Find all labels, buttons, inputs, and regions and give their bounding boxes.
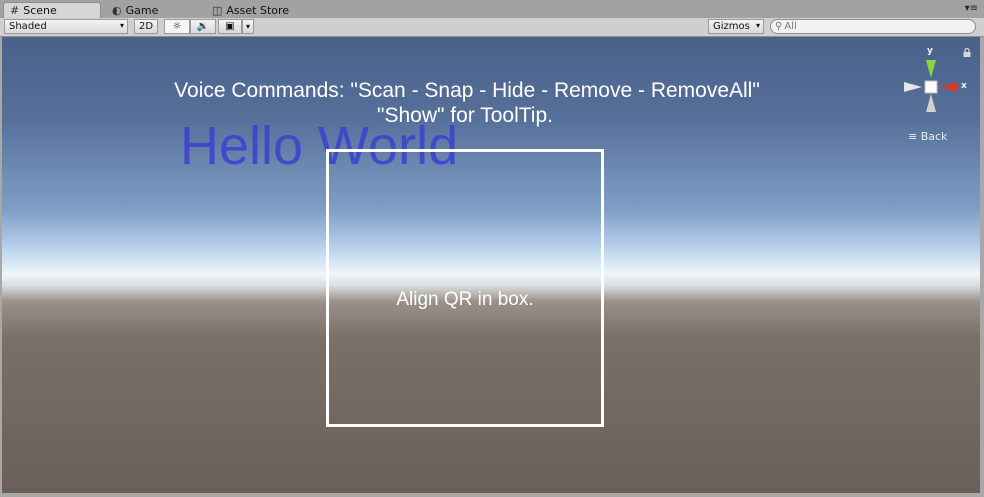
store-icon: ◫ <box>212 3 223 17</box>
scene-effects-toggle[interactable]: ▣ <box>218 19 242 34</box>
tab-asset-store[interactable]: ◫ Asset Store <box>206 2 306 18</box>
shading-mode-label: Shaded <box>9 21 47 32</box>
qr-alignment-box <box>326 149 604 427</box>
effects-dropdown[interactable]: ▾ <box>242 19 254 34</box>
tab-game-label: Game <box>125 3 159 17</box>
image-icon: ▣ <box>225 21 235 32</box>
2d-toggle-button[interactable]: 2D <box>134 19 158 34</box>
scene-viewport[interactable]: Hello World Voice Commands: "Scan - Snap… <box>2 37 980 493</box>
perspective-toggle[interactable]: ≡ Back <box>908 130 947 143</box>
gizmos-dropdown[interactable]: Gizmos ▾ <box>708 19 764 34</box>
shading-mode-dropdown[interactable]: Shaded ▾ <box>4 19 128 34</box>
center-cube[interactable] <box>924 80 938 94</box>
2d-toggle-label: 2D <box>138 21 154 32</box>
chevron-down-icon: ▾ <box>119 21 124 30</box>
y-axis-cone[interactable] <box>926 60 936 78</box>
tab-asset-store-label: Asset Store <box>226 3 290 17</box>
chevron-down-icon: ▾ <box>755 21 760 30</box>
lock-icon[interactable] <box>963 48 971 57</box>
neg-x-axis-cone[interactable] <box>904 82 922 92</box>
grid-icon: # <box>10 4 20 17</box>
tab-scene[interactable]: # Scene <box>3 2 101 18</box>
tooltip-hint-text: "Show" for ToolTip. <box>377 104 553 127</box>
voice-commands-text: Voice Commands: "Scan - Snap - Hide - Re… <box>174 79 760 102</box>
menu-lines-icon: ≡ <box>908 130 918 143</box>
orientation-gizmo[interactable] <box>898 54 968 118</box>
panel-menu-icon[interactable]: ▾≡ <box>965 3 978 14</box>
pacman-icon: ◐ <box>112 3 122 17</box>
gizmos-label: Gizmos <box>713 21 750 32</box>
back-label: Back <box>920 130 948 143</box>
tab-bar: # Scene ◐ Game ◫ Asset Store ▾≡ <box>0 0 984 19</box>
hierarchy-search-input[interactable]: ⚲ All <box>770 19 976 34</box>
search-placeholder: All <box>784 21 797 32</box>
search-icon: ⚲ <box>775 21 783 32</box>
chevron-down-icon: ▾ <box>245 22 250 31</box>
x-axis-cone[interactable] <box>940 82 958 92</box>
speaker-icon: 🔉 <box>196 21 210 32</box>
tab-game[interactable]: ◐ Game <box>106 2 204 18</box>
neg-y-axis-cone[interactable] <box>926 94 936 112</box>
x-axis-label: x <box>961 81 967 91</box>
tab-scene-label: Scene <box>23 4 57 17</box>
y-axis-label: y <box>927 46 933 56</box>
scene-audio-toggle[interactable]: 🔉 <box>190 19 216 34</box>
sun-icon: ☼ <box>172 21 182 32</box>
qr-instruction-text: Align QR in box. <box>396 289 534 310</box>
scene-toolbar: Shaded ▾ 2D ☼ 🔉 ▣ ▾ Gizmos ▾ ⚲ All <box>0 18 984 37</box>
scene-lighting-toggle[interactable]: ☼ <box>164 19 190 34</box>
